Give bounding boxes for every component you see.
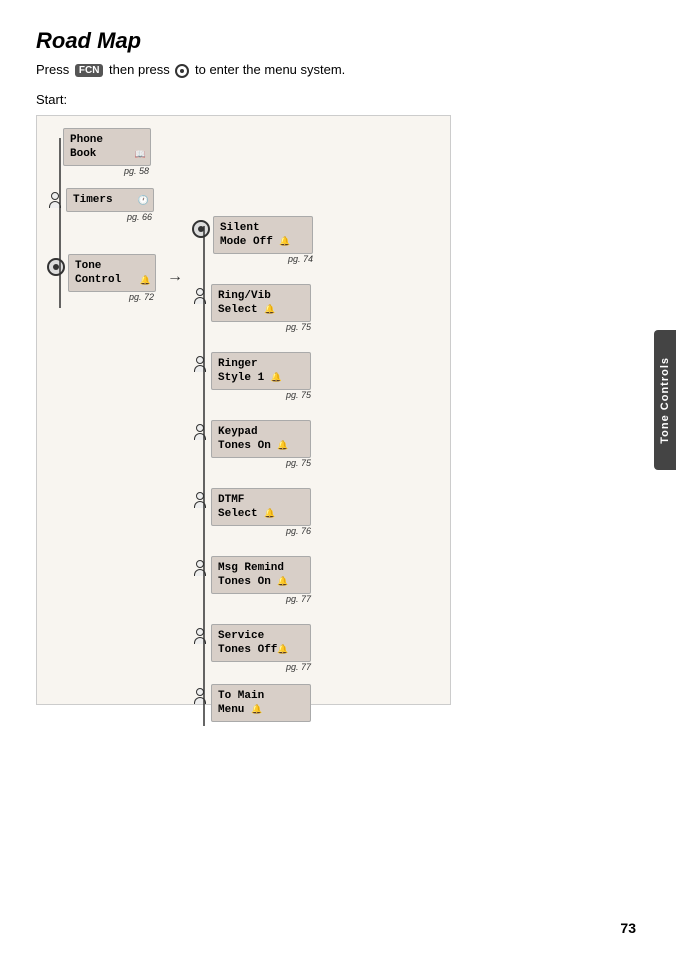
tone-control-ref: pg. 72 [68,292,156,302]
service-tones-ref: pg. 77 [211,662,311,672]
start-label: Start: [36,92,640,107]
bell-service: 🔔 [277,645,288,655]
silent-mode-item: SilentMode Off 🔔 pg. 74 [192,216,313,265]
book-icon: 📖 [135,150,146,162]
dtmf-select-item: DTMFSelect 🔔 pg. 76 [192,488,311,537]
keypad-tones-item: KeypadTones On 🔔 pg. 75 [192,420,311,469]
fcn-badge: FCN [75,64,104,77]
to-main-menu-box: To MainMenu 🔔 [211,684,311,723]
service-tones-box: ServiceTones Off🔔 [211,624,311,663]
to-main-menu-item: To MainMenu 🔔 [192,684,311,723]
dtmf-select-ref: pg. 76 [211,526,311,536]
page-number: 73 [620,920,636,936]
clock-icon: 🕐 [138,196,149,208]
arrow-icon: → [167,268,183,286]
keypad-tones-ref: pg. 75 [211,458,311,468]
nav-circle-icon [175,64,189,78]
subtitle-before: Press [36,62,69,77]
page-content: Road Map Press FCN then press to enter t… [0,0,676,725]
silent-mode-ref: pg. 74 [213,254,313,264]
phone-book-box: PhoneBook 📖 [63,128,151,167]
timers-box: Timers 🕐 [66,188,154,212]
subtitle-mid: then press [109,62,170,77]
keypad-tones-box: KeypadTones On 🔔 [211,420,311,459]
phone-book-item: PhoneBook 📖 pg. 58 [63,128,151,177]
msg-remind-box: Msg RemindTones On 🔔 [211,556,311,595]
dtmf-select-box: DTMFSelect 🔔 [211,488,311,527]
ringer-style-ref: pg. 75 [211,390,311,400]
msg-remind-item: Msg RemindTones On 🔔 pg. 77 [192,556,311,605]
ring-vib-ref: pg. 75 [211,322,311,332]
phone-book-ref: pg. 58 [63,166,151,176]
left-connector-line [56,138,64,308]
msg-remind-ref: pg. 77 [211,594,311,604]
service-tones-item: ServiceTones Off🔔 pg. 77 [192,624,311,673]
subtitle: Press FCN then press to enter the menu s… [36,62,640,78]
timers-ref: pg. 66 [66,212,154,222]
side-tab: Tone Controls [654,330,676,470]
silent-mode-box: SilentMode Off 🔔 [213,216,313,255]
bell-keypad: 🔔 [277,441,288,451]
subtitle-after: to enter the menu system. [195,62,345,77]
bell-icon-tone: 🔔 [140,276,151,288]
bell-main: 🔔 [251,705,262,715]
diagram-area: PhoneBook 📖 pg. 58 Timers 🕐 pg. 66 [36,115,451,705]
bell-ringer: 🔔 [271,373,282,383]
right-connector-line [200,226,208,726]
page-title: Road Map [36,28,640,54]
ring-vib-item: Ring/VibSelect 🔔 pg. 75 [192,284,311,333]
bell-silent: 🔔 [279,237,290,247]
ringer-style-box: RingerStyle 1 🔔 [211,352,311,391]
ring-vib-box: Ring/VibSelect 🔔 [211,284,311,323]
ringer-style-item: RingerStyle 1 🔔 pg. 75 [192,352,311,401]
bell-dtmf: 🔔 [264,509,275,519]
bell-msg: 🔔 [277,577,288,587]
side-tab-label: Tone Controls [659,357,671,444]
bell-ringvib: 🔔 [264,305,275,315]
tone-control-box: ToneControl 🔔 [68,254,156,293]
